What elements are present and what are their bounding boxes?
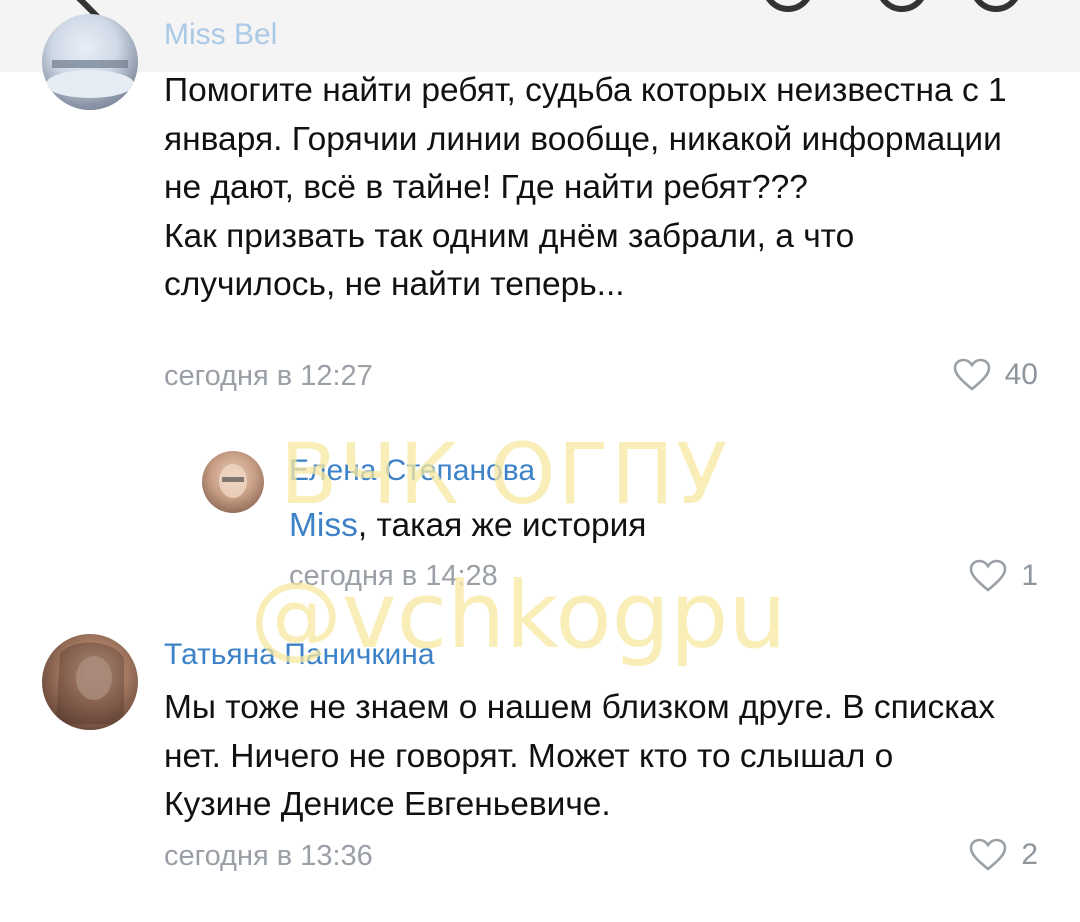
- header-action-icon-3[interactable]: [970, 0, 1022, 12]
- comment-author[interactable]: Елена Степанова: [289, 454, 535, 488]
- avatar[interactable]: [202, 451, 264, 513]
- header-action-icon-1[interactable]: [762, 0, 814, 12]
- avatar-image: [46, 60, 134, 98]
- comment-author[interactable]: Татьяна Паничкина: [164, 638, 435, 672]
- heart-icon: [970, 838, 1007, 871]
- like-button[interactable]: 40: [953, 358, 1038, 392]
- comment-text: Помогите найти ребят, судьба которых неи…: [164, 72, 1007, 303]
- comment-text-body: , такая же история: [357, 507, 647, 544]
- comment-text: Miss, такая же история: [289, 502, 1009, 551]
- header-action-icon-2[interactable]: [876, 0, 928, 12]
- like-count: 2: [1021, 838, 1038, 871]
- heart-icon: [970, 559, 1007, 592]
- like-count: 40: [1004, 358, 1038, 391]
- heart-icon: [953, 358, 990, 391]
- like-button[interactable]: 1: [969, 559, 1038, 593]
- comment-author[interactable]: Miss Bel: [164, 18, 277, 52]
- avatar-image: [56, 642, 124, 724]
- avatar-image: [219, 464, 247, 498]
- avatar[interactable]: [42, 14, 138, 110]
- mention-link[interactable]: Miss: [289, 507, 358, 544]
- comment-time[interactable]: сегодня в 14:28: [289, 560, 498, 593]
- comment-time[interactable]: сегодня в 12:27: [164, 360, 373, 393]
- header-actions: [0, 0, 1080, 16]
- like-button[interactable]: 2: [969, 838, 1038, 872]
- comment-text: Мы тоже не знаем о нашем близком друге. …: [164, 689, 1005, 823]
- like-count: 1: [1021, 559, 1038, 592]
- comment-time[interactable]: сегодня в 13:36: [164, 840, 373, 873]
- avatar[interactable]: [42, 634, 138, 730]
